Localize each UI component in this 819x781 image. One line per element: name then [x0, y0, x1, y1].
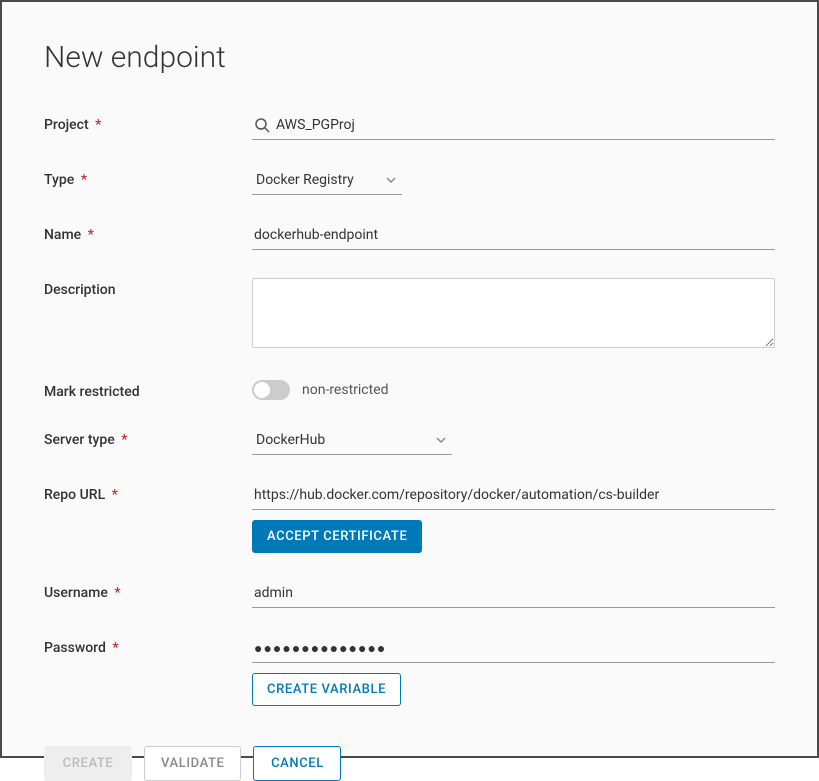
repo-url-input[interactable] — [252, 483, 775, 510]
server-type-select[interactable]: DockerHub — [252, 428, 452, 455]
label-password: Password * — [44, 636, 252, 656]
chevron-down-icon — [386, 175, 396, 185]
project-input-wrap[interactable] — [252, 113, 775, 140]
validate-button[interactable]: VALIDATE — [144, 746, 241, 781]
label-server-type: Server type * — [44, 428, 252, 448]
dialog-title: New endpoint — [44, 40, 775, 75]
server-type-value: DockerHub — [256, 432, 325, 448]
name-input[interactable] — [252, 223, 775, 250]
label-type: Type * — [44, 168, 252, 188]
label-name-text: Name — [44, 227, 81, 243]
restricted-toggle[interactable] — [252, 380, 290, 400]
row-type: Type * Docker Registry — [44, 168, 775, 195]
label-mark-restricted: Mark restricted — [44, 380, 252, 400]
label-type-text: Type — [44, 172, 74, 188]
create-variable-button[interactable]: CREATE VARIABLE — [252, 673, 401, 706]
required-indicator: * — [81, 172, 87, 188]
label-project-text: Project — [44, 117, 89, 133]
username-input[interactable] — [252, 581, 775, 608]
label-description-text: Description — [44, 282, 116, 298]
required-indicator: * — [114, 585, 120, 601]
accept-certificate-button[interactable]: ACCEPT CERTIFICATE — [252, 520, 422, 553]
label-server-type-text: Server type — [44, 432, 115, 448]
label-repo-url: Repo URL * — [44, 483, 252, 503]
footer-buttons: CREATE VALIDATE CANCEL — [44, 746, 775, 781]
row-name: Name * — [44, 223, 775, 250]
chevron-down-icon — [436, 435, 446, 445]
label-repo-url-text: Repo URL — [44, 487, 105, 503]
required-indicator: * — [95, 117, 101, 133]
description-textarea[interactable] — [252, 278, 775, 348]
new-endpoint-dialog: New endpoint Project * Type * Docker Reg… — [0, 0, 819, 758]
create-button[interactable]: CREATE — [44, 746, 132, 781]
row-mark-restricted: Mark restricted non-restricted — [44, 380, 775, 400]
search-icon — [254, 117, 270, 133]
row-server-type: Server type * DockerHub — [44, 428, 775, 455]
type-select-value: Docker Registry — [256, 172, 354, 188]
label-username-text: Username — [44, 585, 108, 601]
cancel-button[interactable]: CANCEL — [253, 746, 341, 781]
label-name: Name * — [44, 223, 252, 243]
restricted-toggle-label: non-restricted — [302, 382, 389, 398]
password-input[interactable] — [252, 636, 775, 663]
row-username: Username * — [44, 581, 775, 608]
type-select[interactable]: Docker Registry — [252, 168, 402, 195]
required-indicator: * — [88, 227, 94, 243]
required-indicator: * — [121, 432, 127, 448]
row-password: Password * CREATE VARIABLE — [44, 636, 775, 706]
row-description: Description — [44, 278, 775, 352]
label-password-text: Password — [44, 640, 106, 656]
label-mark-restricted-text: Mark restricted — [44, 384, 140, 400]
row-project: Project * — [44, 113, 775, 140]
required-indicator: * — [112, 487, 118, 503]
project-input[interactable] — [252, 113, 775, 140]
label-username: Username * — [44, 581, 252, 601]
label-project: Project * — [44, 113, 252, 133]
row-repo-url: Repo URL * ACCEPT CERTIFICATE — [44, 483, 775, 553]
required-indicator: * — [112, 640, 118, 656]
label-description: Description — [44, 278, 252, 298]
